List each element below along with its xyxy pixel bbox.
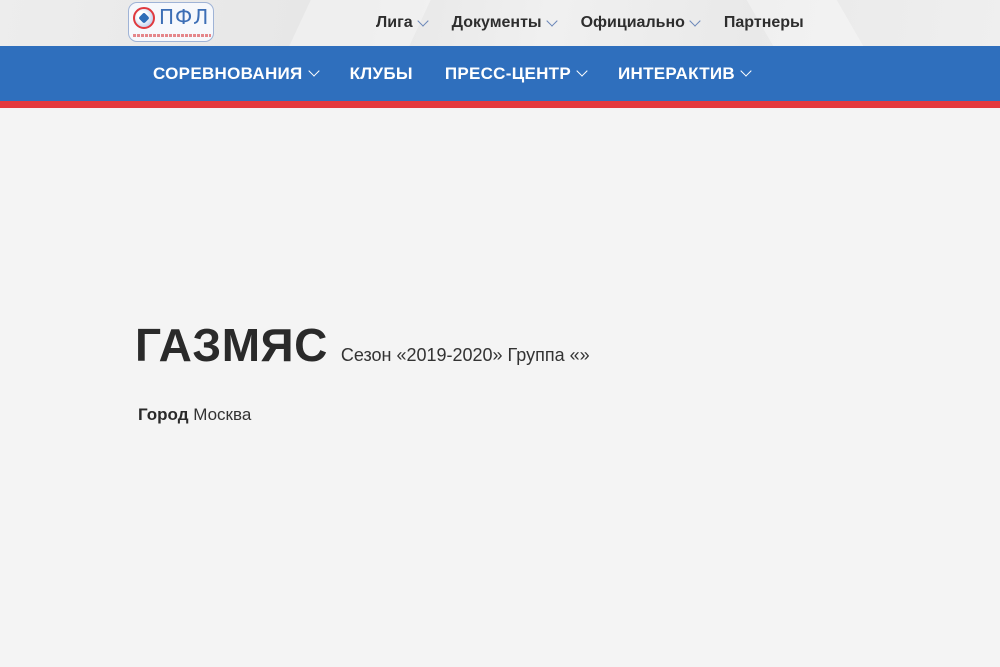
chevron-down-icon (416, 14, 429, 27)
season-info: Сезон «2019-2020» Группа «» (340, 345, 590, 365)
logo-subtitle (133, 34, 211, 37)
top-nav-label: Документы (451, 14, 542, 31)
top-nav-label: Официально (580, 14, 685, 31)
logo-text: ПФЛ (159, 5, 210, 29)
chevron-down-icon (689, 14, 701, 27)
main-nav-item-clubs[interactable]: КЛУБЫ (350, 64, 413, 84)
main-nav-label: СОРЕВНОВАНИЯ (153, 63, 303, 83)
main-nav-label: ПРЕСС-ЦЕНТР (444, 63, 571, 83)
main-nav-item-competitions[interactable]: СОРЕВНОВАНИЯ (153, 63, 320, 84)
main-nav-item-press-center[interactable]: ПРЕСС-ЦЕНТР (444, 63, 588, 84)
pfl-logo[interactable]: ПФЛ (128, 2, 214, 42)
city-label: Город (138, 405, 189, 424)
top-nav: Лига Документы Официально Партнеры (376, 0, 804, 46)
main-nav-label: ИНТЕРАКТИВ (617, 63, 736, 83)
top-nav-item-liga[interactable]: Лига (376, 14, 429, 32)
football-icon (133, 7, 155, 29)
main-nav-label: КЛУБЫ (349, 63, 413, 83)
chevron-down-icon (740, 65, 752, 77)
club-name: ГАЗМЯС (135, 319, 328, 371)
chevron-down-icon (576, 65, 588, 77)
chevron-down-icon (545, 14, 558, 27)
accent-stripe (0, 101, 1000, 108)
city-value: Москва (193, 405, 252, 424)
main-nav-item-interactive[interactable]: ИНТЕРАКТИВ (617, 63, 752, 84)
top-nav-label: Партнеры (723, 14, 804, 31)
top-nav-item-official[interactable]: Официально (580, 14, 701, 32)
main-nav: СОРЕВНОВАНИЯ КЛУБЫ ПРЕСС-ЦЕНТР ИНТЕРАКТИ… (0, 46, 1000, 101)
chevron-down-icon (307, 65, 320, 77)
club-header: ГАЗМЯС Сезон «2019-2020» Группа «» (135, 318, 590, 372)
top-bar: ПФЛ Лига Документы Официально Партнеры (0, 0, 1000, 46)
top-nav-item-documents[interactable]: Документы (451, 14, 558, 32)
city-info: Город Москва (138, 405, 251, 425)
top-nav-item-partners[interactable]: Партнеры (724, 14, 804, 32)
top-nav-label: Лига (376, 14, 413, 31)
